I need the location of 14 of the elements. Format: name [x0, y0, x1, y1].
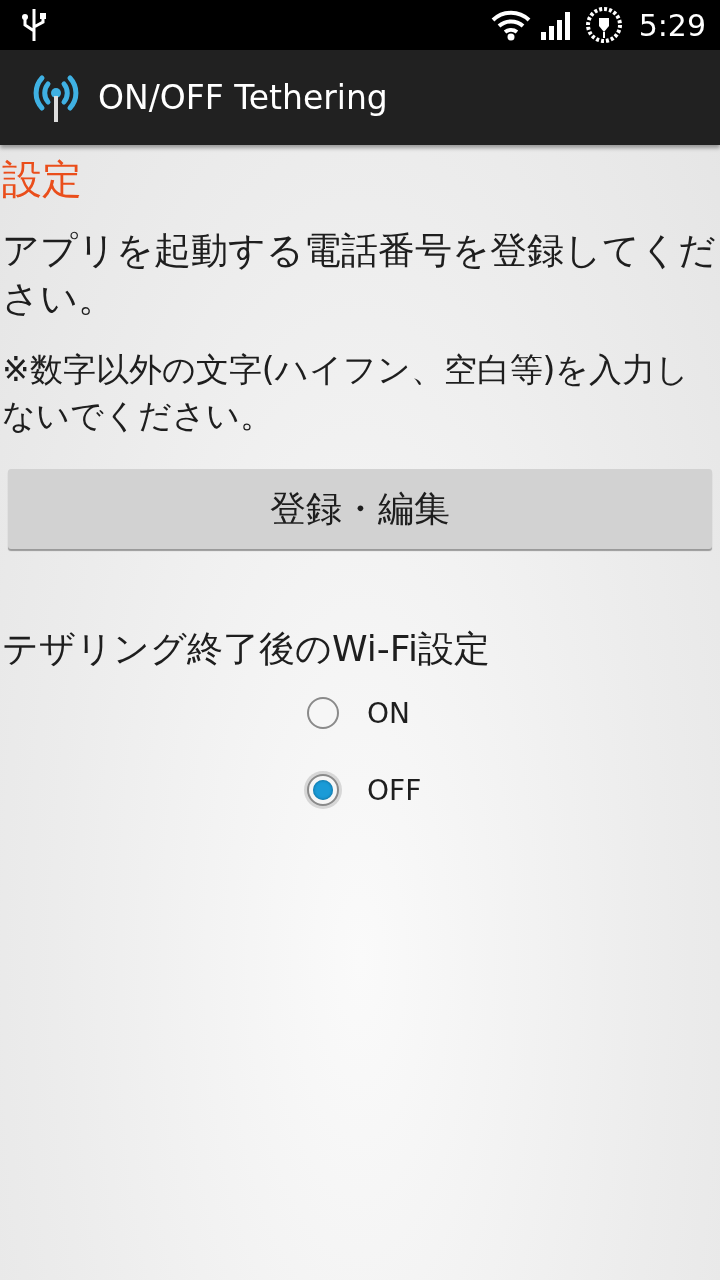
- wifi-setting-label: テザリング終了後のWi-Fi設定: [2, 627, 491, 671]
- battery-charging-icon: [584, 6, 623, 44]
- status-time: 5:29: [638, 7, 706, 43]
- radio-button[interactable]: [307, 697, 339, 729]
- app-title: ON/OFF Tethering: [98, 78, 388, 117]
- radio-button[interactable]: [307, 774, 339, 806]
- section-title: 設定: [2, 155, 83, 204]
- wifi-icon: [490, 9, 531, 41]
- radio-label[interactable]: OFF: [367, 773, 422, 807]
- register-button[interactable]: 登録・編集: [8, 469, 712, 549]
- instruction-text: アプリを起動する電話番号を登録してください。: [2, 228, 717, 322]
- radio-label[interactable]: ON: [367, 696, 410, 730]
- note-text: ※数字以外の文字(ハイフン、空白等)を入力しないでください。: [2, 349, 691, 437]
- usb-icon: [20, 7, 48, 43]
